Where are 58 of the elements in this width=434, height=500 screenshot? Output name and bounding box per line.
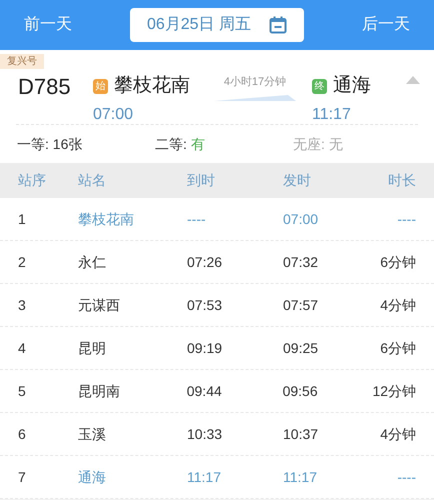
station-name: 攀枝花南 [114,74,190,98]
collapse-icon[interactable] [406,76,420,84]
table-cell-text: 昆明南 [78,382,121,400]
train-type-tag: 复兴号 [0,54,44,69]
table-cell-text: 3 [18,296,27,314]
table-cell-text: 1 [18,210,27,228]
column-header: 站名 [78,171,107,190]
destination-badge: 终 [312,78,327,94]
table-cell-text: 昆明 [78,338,107,358]
table-cell-text: 11:17 [187,468,222,486]
table-cell-text: 6分钟 [379,338,416,358]
time: 07:00 [93,104,134,124]
table-cell-text: 4分钟 [379,296,416,314]
table-cell-text: 永仁 [78,252,107,272]
table-cell-text: 07:57 [283,296,320,314]
table-cell-text: 09:44 [186,382,223,400]
table-cell-text: ---- [396,210,416,228]
column-header: 站序 [18,171,47,190]
table-cell-text: 4 [18,338,27,358]
column-header: 发时 [283,171,312,190]
table-cell-text: 07:00 [283,210,320,228]
seat-availability: 二等: 有 [155,134,206,154]
table-cell-text: 攀枝花南 [78,210,135,228]
table-cell-text: 07:32 [283,252,320,272]
table-cell-text: 玉溪 [78,424,107,444]
column-header: 到时 [187,171,216,190]
table-cell-text: 11:17 [283,468,318,486]
time: 11:17 [312,104,352,124]
date-picker[interactable]: 06月25日 周五 [130,8,304,42]
table-cell-text: 07:53 [187,296,224,314]
table-cell-text: 4分钟 [379,424,416,444]
table-cell-text: 7 [18,468,27,486]
table-cell-text: 6 [18,424,27,444]
seat-availability: 无座: 无 [293,134,343,154]
previous-day-button[interactable]: 前一天 [24,13,72,37]
travel-duration: 4小时17分钟 [224,75,286,90]
table-cell-text: 10:37 [283,424,320,444]
table-cell-text: 元谋西 [78,296,121,314]
table-cell-text: 12分钟 [372,382,416,400]
table-cell-text: ---- [187,210,207,228]
table-cell-text: 09:25 [283,338,320,358]
table-cell-text: 07:26 [187,252,224,272]
calendar-icon [269,16,288,34]
next-day-button[interactable]: 后一天 [362,13,410,37]
train-number: D785 [18,73,72,101]
station-name: 通海 [333,74,371,98]
table-cell-text: ---- [396,468,416,486]
origin-badge: 始 [93,78,108,94]
table-cell-text: 09:19 [187,338,224,358]
table-cell-text: 09:56 [282,382,319,400]
arrow-icon [214,94,296,102]
column-header: 时长 [387,171,416,190]
table-cell-text: 2 [18,252,27,272]
table-cell-text: 通海 [78,468,107,486]
table-cell-text: 5 [18,382,27,400]
table-cell-text: 10:33 [187,424,224,444]
seat-availability: 一等: 16张 [17,134,84,154]
table-cell-text: 6分钟 [379,252,416,272]
